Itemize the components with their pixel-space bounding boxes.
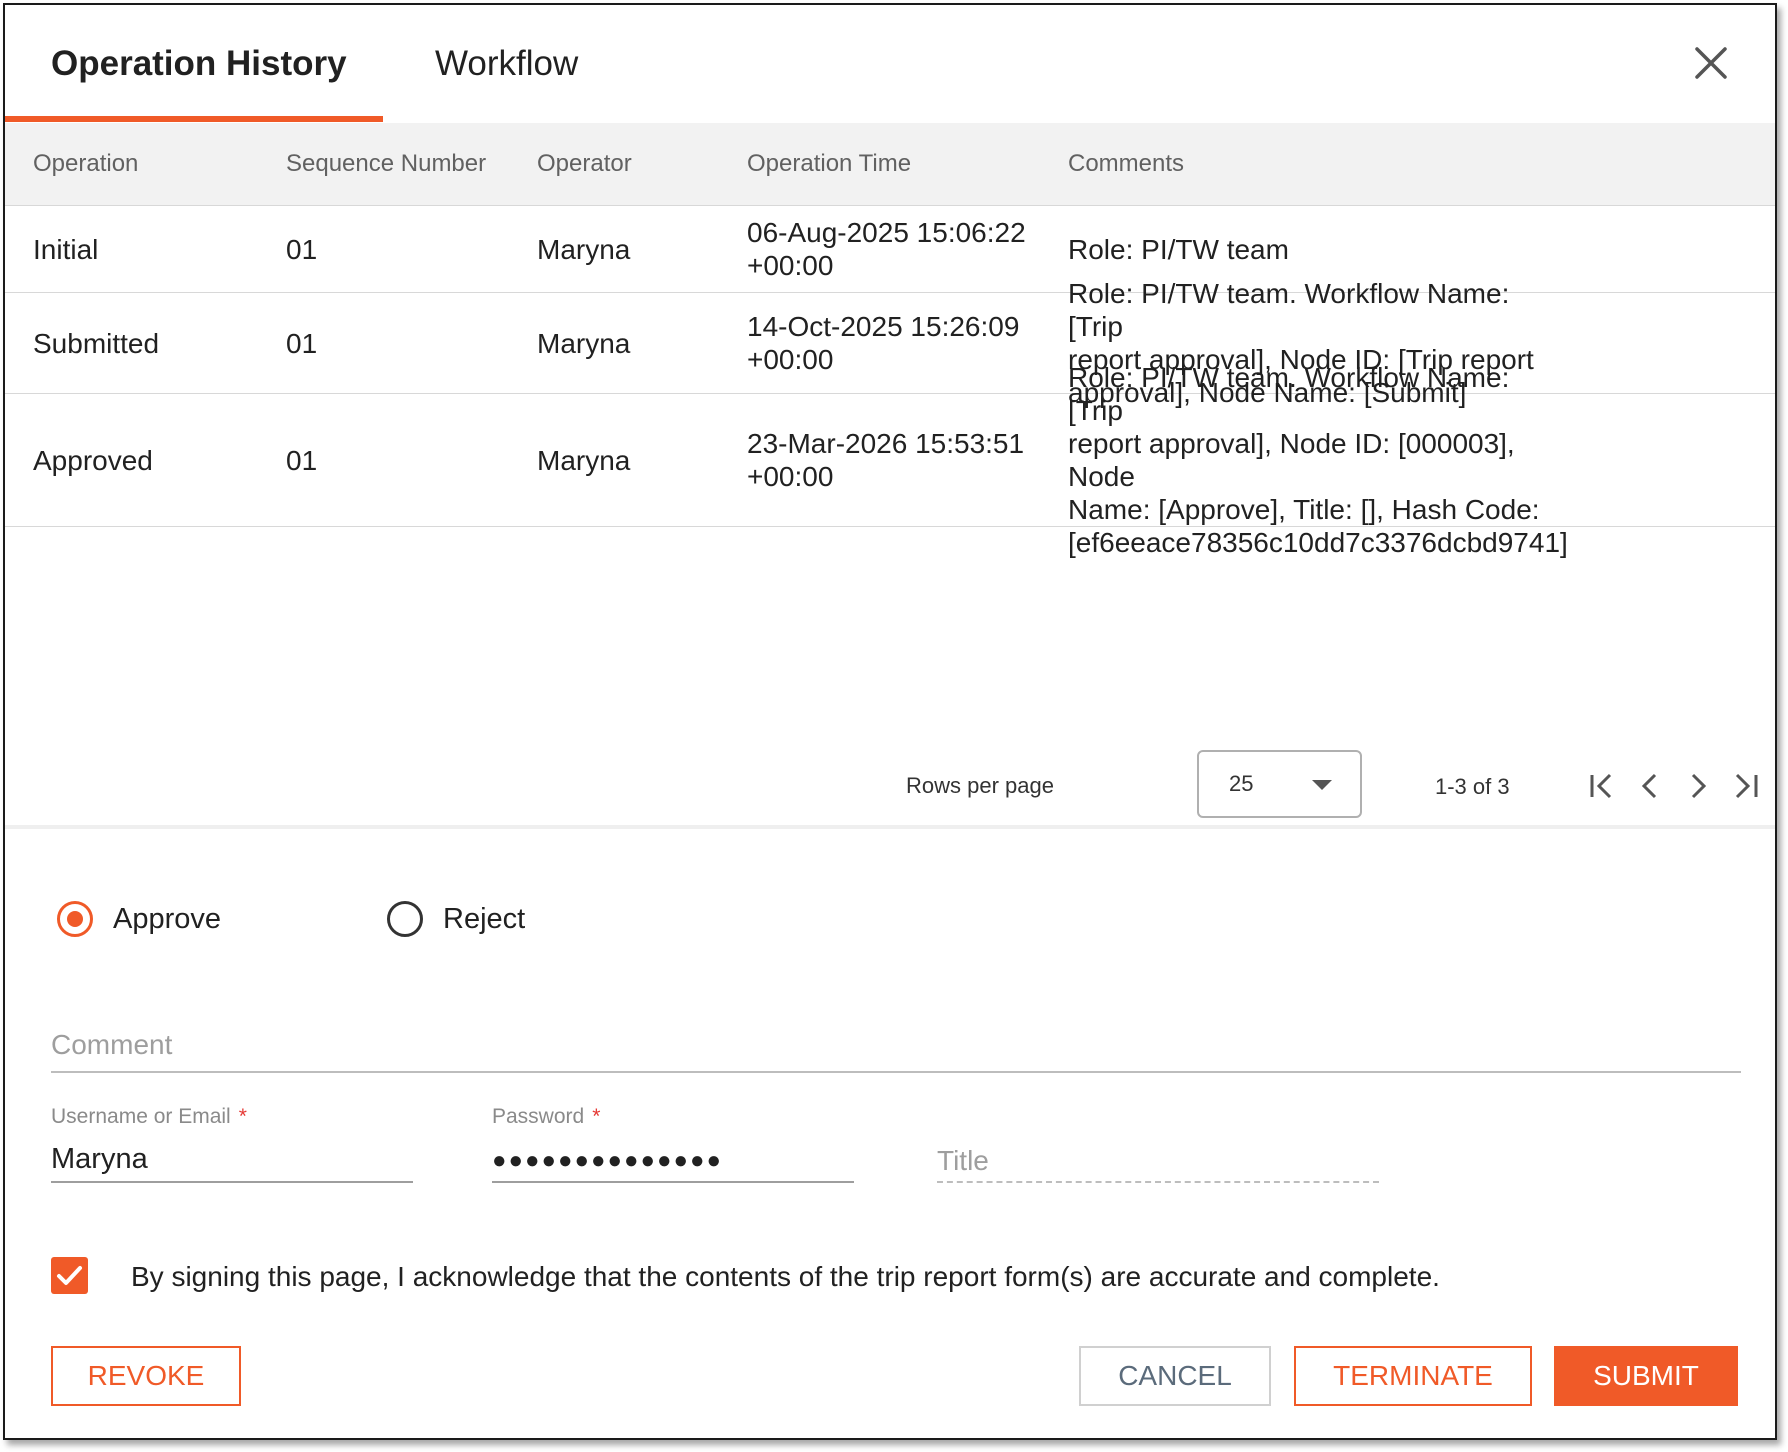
submit-button[interactable]: SUBMIT (1554, 1346, 1738, 1406)
cell-operation: Approved (33, 444, 153, 476)
time-date: 23-Mar-2026 15:53:51 (747, 428, 1025, 459)
username-label: Username or Email (51, 1105, 231, 1128)
column-header-sequence-number[interactable]: Sequence Number (286, 123, 486, 205)
acknowledge-checkbox[interactable] (51, 1257, 88, 1294)
column-header-operator[interactable]: Operator (537, 123, 632, 205)
cancel-button[interactable]: CANCEL (1079, 1346, 1271, 1406)
comment-placeholder: Comment (51, 1029, 173, 1060)
rows-per-page-label: Rows per page (906, 773, 1054, 798)
column-header-operation[interactable]: Operation (33, 123, 138, 205)
cell-operation: Initial (33, 233, 99, 265)
approve-radio[interactable]: Approve (57, 901, 221, 937)
title-input[interactable]: Title (937, 1141, 1379, 1183)
table-row[interactable]: Approved 01 Maryna 23-Mar-2026 15:53:51 +… (5, 362, 1775, 558)
time-date: 14-Oct-2025 15:26:09 (747, 311, 1020, 342)
cell-operator: Maryna (537, 444, 631, 476)
acknowledgement-text: By signing this page, I acknowledge that… (131, 1261, 1440, 1292)
username-underline (51, 1181, 413, 1183)
cell-time: 06-Aug-2025 15:06:22 +00:00 (747, 206, 1047, 292)
cell-time: 23-Mar-2026 15:53:51 +00:00 (747, 394, 1047, 526)
column-header-operation-time[interactable]: Operation Time (747, 123, 1047, 205)
tab-bar: Operation History Workflow (5, 5, 1775, 124)
time-offset: +00:00 (747, 344, 834, 375)
tab-workflow[interactable]: Workflow (435, 5, 578, 123)
password-value: ●●●●●●●●●●●●●● (492, 1147, 723, 1174)
checkmark-icon (57, 1266, 82, 1285)
approve-label: Approve (113, 902, 222, 935)
required-mark: * (592, 1105, 601, 1128)
time-date: 06-Aug-2025 15:06:22 (747, 217, 1026, 248)
comment-line: [ef6eeace78356c10dd7c3376dcbd9741] (1068, 527, 1568, 558)
cell-operator: Maryna (537, 233, 631, 265)
time-offset: +00:00 (747, 250, 834, 281)
section-divider (5, 825, 1775, 829)
terminate-button[interactable]: TERMINATE (1294, 1346, 1532, 1406)
rows-per-page-select[interactable]: 25 (1197, 750, 1362, 818)
column-header-comments[interactable]: Comments (1068, 123, 1568, 205)
close-icon[interactable] (1691, 43, 1731, 83)
caret-down-icon (1312, 780, 1332, 790)
radio-unselected-icon (387, 901, 423, 937)
cell-comments: Role: PI/TW team. Workflow Name: [Trip r… (1068, 362, 1568, 558)
rows-per-page-value: 25 (1229, 771, 1254, 796)
comment-line: Role: PI/TW team. Workflow Name: [Trip (1068, 362, 1510, 426)
comment-line: Role: PI/TW team (1068, 233, 1289, 265)
required-mark: * (238, 1105, 247, 1128)
first-page-icon[interactable] (1583, 767, 1621, 805)
comment-input[interactable]: Comment (51, 1013, 1741, 1073)
revoke-button[interactable]: REVOKE (51, 1346, 241, 1406)
username-field[interactable]: Username or Email * Maryna (51, 1105, 413, 1183)
cell-time: 14-Oct-2025 15:26:09 +00:00 (747, 293, 1047, 393)
reject-radio[interactable]: Reject (387, 901, 525, 937)
pagination-range: 1-3 of 3 (1435, 774, 1510, 799)
table-header: Operation Sequence Number Operator Opera… (5, 123, 1775, 206)
comment-line: Name: [Approve], Title: [], Hash Code: (1068, 494, 1540, 525)
cell-sequence: 01 (286, 444, 318, 476)
tab-operation-history[interactable]: Operation History (51, 5, 347, 123)
cell-operator: Maryna (537, 327, 631, 359)
password-label: Password (492, 1105, 585, 1128)
title-placeholder: Title (937, 1145, 989, 1176)
comment-line: report approval], Node ID: [000003], Nod… (1068, 428, 1515, 492)
comment-line: Role: PI/TW team. Workflow Name: [Trip (1068, 278, 1510, 342)
radio-selected-icon (57, 901, 93, 937)
reject-label: Reject (443, 902, 526, 935)
previous-page-icon[interactable] (1631, 767, 1669, 805)
cell-sequence: 01 (286, 233, 318, 265)
password-field[interactable]: Password * ●●●●●●●●●●●●●● (492, 1105, 854, 1183)
time-offset: +00:00 (747, 461, 834, 492)
cell-sequence: 01 (286, 327, 318, 359)
next-page-icon[interactable] (1679, 767, 1717, 805)
cell-operation: Submitted (33, 327, 160, 359)
password-underline (492, 1181, 854, 1183)
last-page-icon[interactable] (1727, 767, 1765, 805)
active-tab-indicator (5, 116, 383, 122)
operation-history-dialog: Operation History Workflow Operation Seq… (3, 3, 1777, 1440)
username-value: Maryna (51, 1143, 148, 1175)
